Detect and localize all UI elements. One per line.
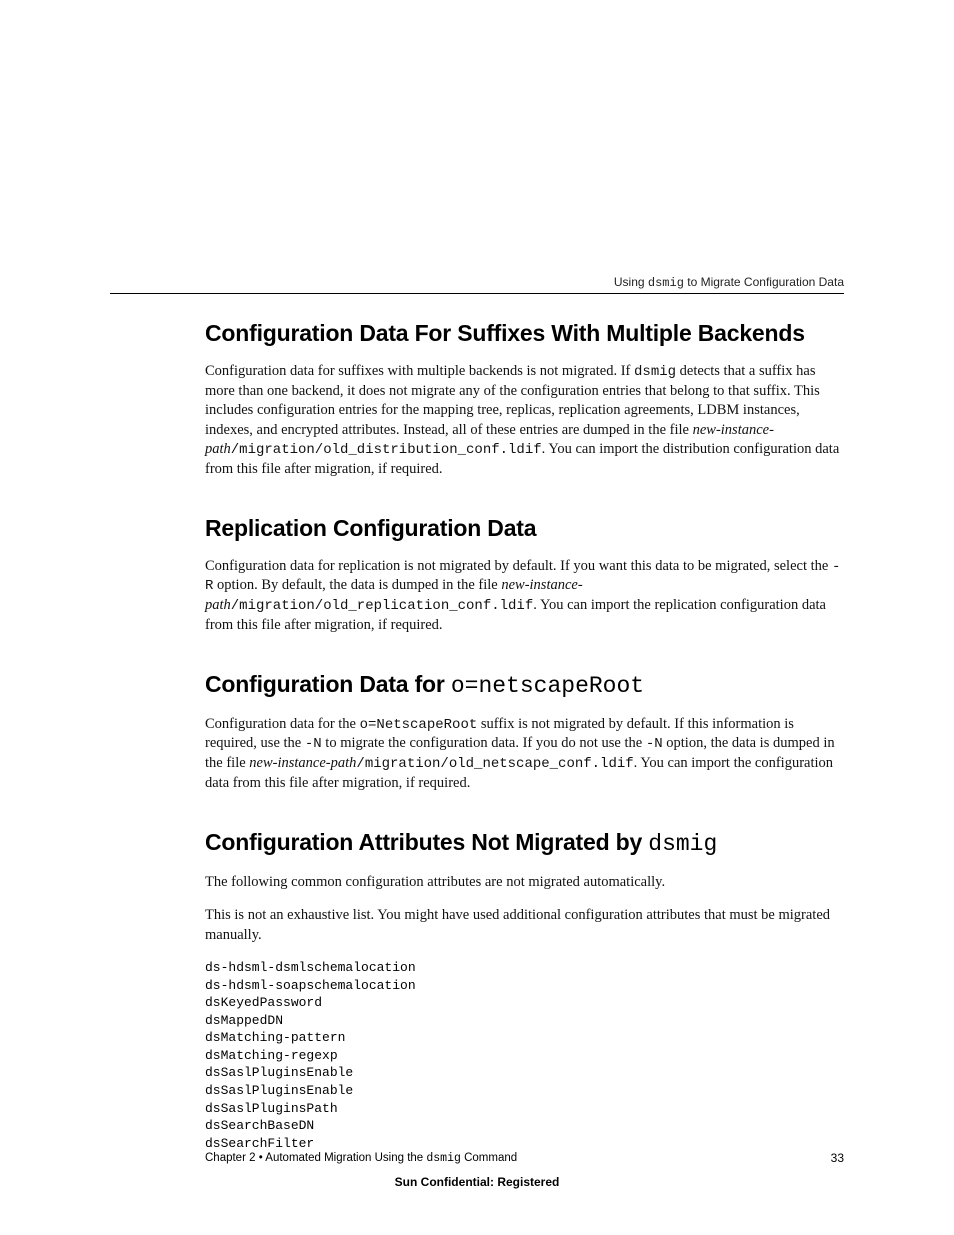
- content: Configuration Data For Suffixes With Mul…: [205, 319, 844, 1152]
- text: Configuration data for replication is no…: [205, 558, 832, 574]
- heading-code: o=netscapeRoot: [451, 673, 644, 699]
- section-replication-config: Replication Configuration Data Configura…: [205, 514, 844, 636]
- paragraph: Configuration data for the o=NetscapeRoo…: [205, 715, 844, 794]
- footer-code: dsmig: [426, 1152, 461, 1165]
- text: Configuration data for the: [205, 716, 360, 732]
- paragraph: Configuration data for suffixes with mul…: [205, 362, 844, 480]
- confidential-notice: Sun Confidential: Registered: [0, 1175, 954, 1189]
- running-header-suffix: to Migrate Configuration Data: [684, 275, 844, 289]
- paragraph: This is not an exhaustive list. You migh…: [205, 906, 844, 945]
- inline-code: /migration/old_netscape_conf.ldif: [356, 756, 633, 772]
- section-attrs-not-migrated: Configuration Attributes Not Migrated by…: [205, 828, 844, 1152]
- heading-code: dsmig: [648, 831, 717, 857]
- paragraph: Configuration data for replication is no…: [205, 557, 844, 636]
- heading-replication-config: Replication Configuration Data: [205, 514, 844, 543]
- header-rule: [110, 293, 844, 294]
- inline-italic: new-instance-path: [249, 755, 356, 771]
- heading-attrs-not-migrated: Configuration Attributes Not Migrated by…: [205, 828, 844, 859]
- inline-code: dsmig: [634, 364, 676, 380]
- page: Using dsmig to Migrate Configuration Dat…: [0, 0, 954, 1235]
- inline-code: /migration/old_replication_conf.ldif: [231, 598, 533, 614]
- running-header-cmd: dsmig: [648, 276, 684, 290]
- footer-chapter: Chapter 2 • Automated Migration Using th…: [205, 1152, 517, 1165]
- inline-code: o=NetscapeRoot: [360, 717, 478, 733]
- text: Configuration data for suffixes with mul…: [205, 363, 634, 379]
- heading-text: Configuration Data for: [205, 671, 451, 697]
- running-header-prefix: Using: [614, 275, 648, 289]
- section-netscaperoot: Configuration Data for o=netscapeRoot Co…: [205, 670, 844, 794]
- text: option. By default, the data is dumped i…: [213, 577, 501, 593]
- inline-code: /migration/old_distribution_conf.ldif: [231, 442, 542, 458]
- attribute-list: ds-hdsml-dsmlschemalocation ds-hdsml-soa…: [205, 959, 844, 1152]
- running-header: Using dsmig to Migrate Configuration Dat…: [614, 275, 844, 290]
- inline-code: -N: [305, 736, 322, 752]
- heading-suffixes-multiple-backends: Configuration Data For Suffixes With Mul…: [205, 319, 844, 348]
- inline-code: -N: [646, 736, 663, 752]
- page-number: 33: [831, 1151, 844, 1165]
- heading-text: Configuration Attributes Not Migrated by: [205, 829, 648, 855]
- footer-text: Command: [461, 1152, 517, 1164]
- paragraph: The following common configuration attri…: [205, 873, 844, 893]
- section-suffixes-multiple-backends: Configuration Data For Suffixes With Mul…: [205, 319, 844, 480]
- text: to migrate the configuration data. If yo…: [322, 735, 646, 751]
- heading-netscaperoot: Configuration Data for o=netscapeRoot: [205, 670, 844, 701]
- footer-text: Chapter 2 • Automated Migration Using th…: [205, 1152, 426, 1164]
